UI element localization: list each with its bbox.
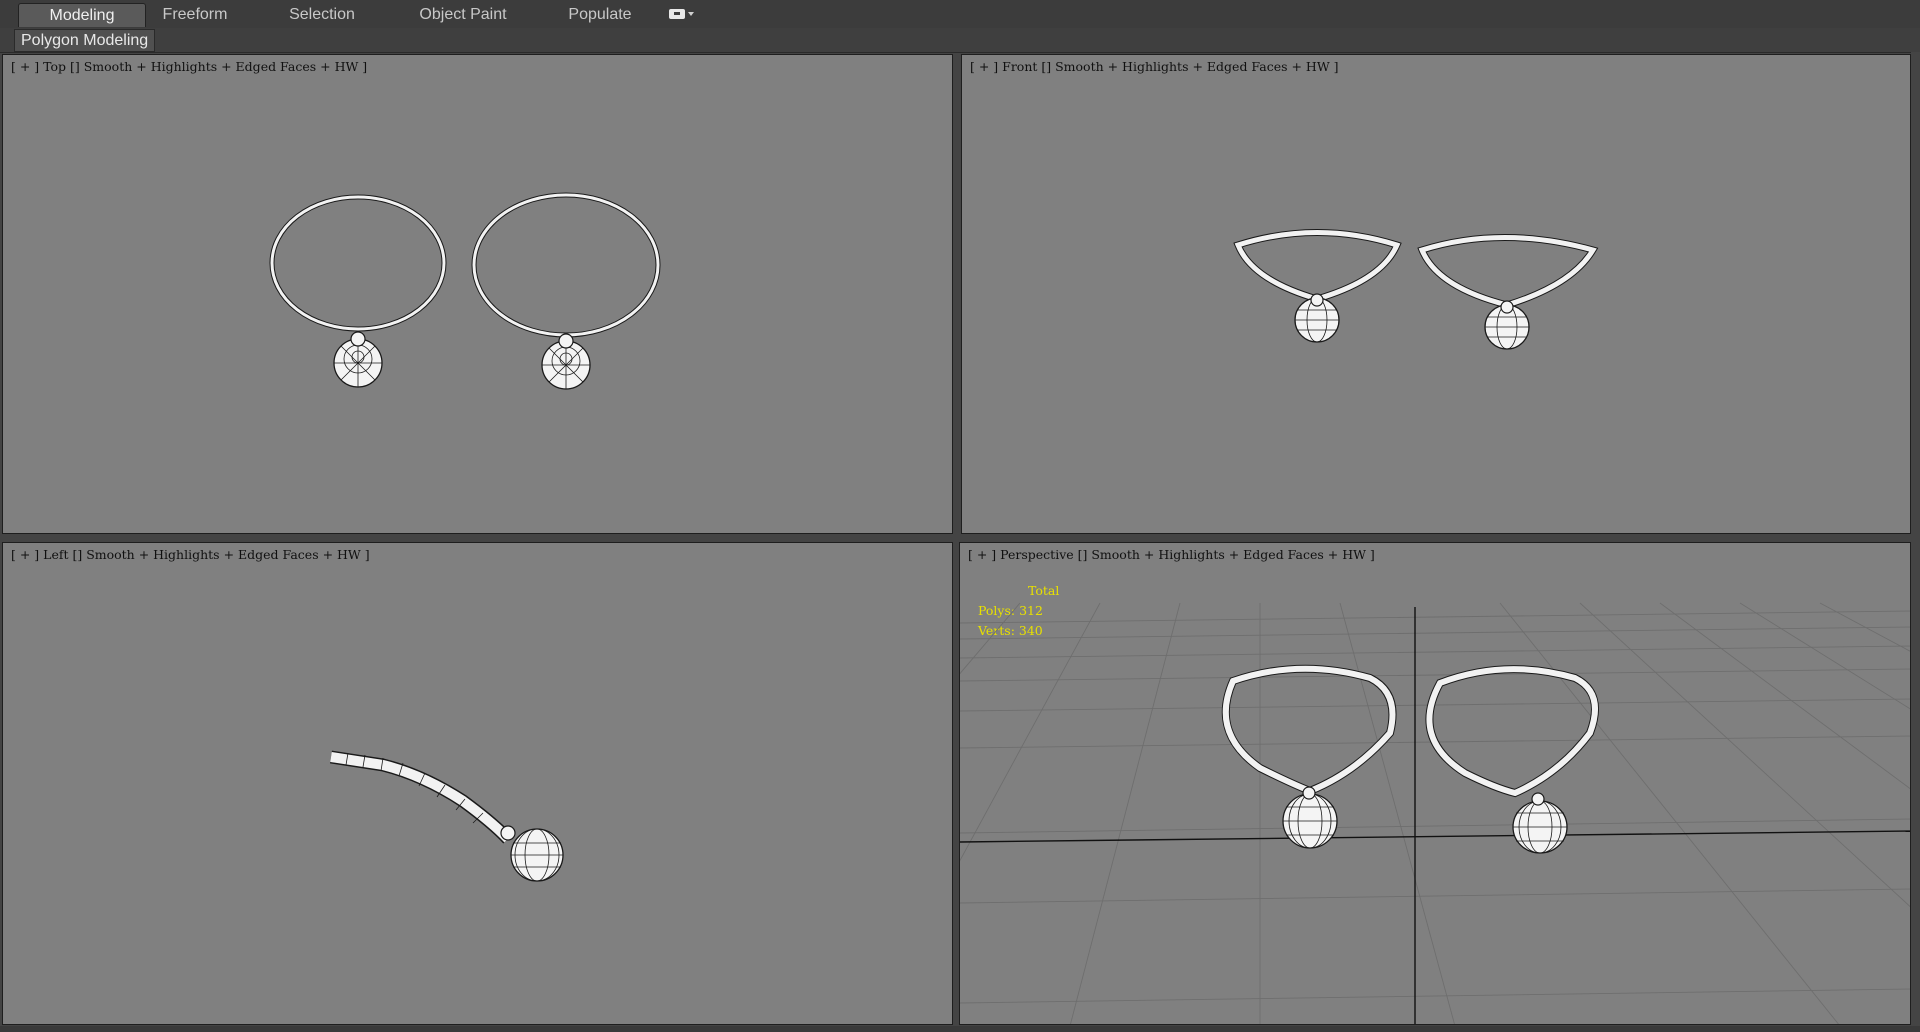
polygon-modeling-panel-button[interactable]: Polygon Modeling — [14, 29, 156, 52]
front-view-scene — [1233, 229, 1599, 350]
top-view-scene — [269, 192, 661, 390]
ribbon-panel-bar: Polygon Modeling — [0, 28, 1920, 53]
bottom-strip — [0, 1026, 1920, 1032]
right-edge-strip — [1911, 52, 1920, 1026]
tab-selection[interactable]: Selection — [272, 3, 372, 26]
perspective-grid — [960, 602, 1910, 1024]
viewport-front[interactable]: [ + ] Front [] Smooth + Highlights + Edg… — [961, 54, 1911, 534]
viewport-left[interactable]: [ + ] Left [] Smooth + Highlights + Edge… — [2, 542, 953, 1025]
perspective-pendant-2 — [1512, 792, 1568, 854]
viewport-top[interactable]: [ + ] Top [] Smooth + Highlights + Edged… — [2, 54, 953, 534]
tab-object-paint[interactable]: Object Paint — [403, 3, 523, 26]
top-pendant-1 — [333, 331, 383, 388]
perspective-pendant-1 — [1282, 786, 1338, 849]
tab-freeform[interactable]: Freeform — [145, 3, 245, 26]
tab-modeling[interactable]: Modeling — [18, 3, 146, 27]
top-pendant-2 — [541, 333, 591, 390]
perspective-grid-scene — [960, 602, 1910, 1024]
left-pendant — [500, 825, 564, 882]
tab-populate[interactable]: Populate — [550, 3, 650, 26]
viewport-perspective[interactable]: [ + ] Perspective [] Smooth + Highlights… — [959, 542, 1911, 1025]
front-pendant-1 — [1294, 293, 1340, 343]
ribbon-tab-bar: Modeling Freeform Selection Object Paint… — [0, 0, 1920, 29]
toggle-options-icon[interactable] — [669, 7, 695, 21]
front-pendant-2 — [1484, 300, 1530, 350]
perspective-axes — [960, 607, 1910, 1024]
left-view-scene — [330, 750, 564, 882]
